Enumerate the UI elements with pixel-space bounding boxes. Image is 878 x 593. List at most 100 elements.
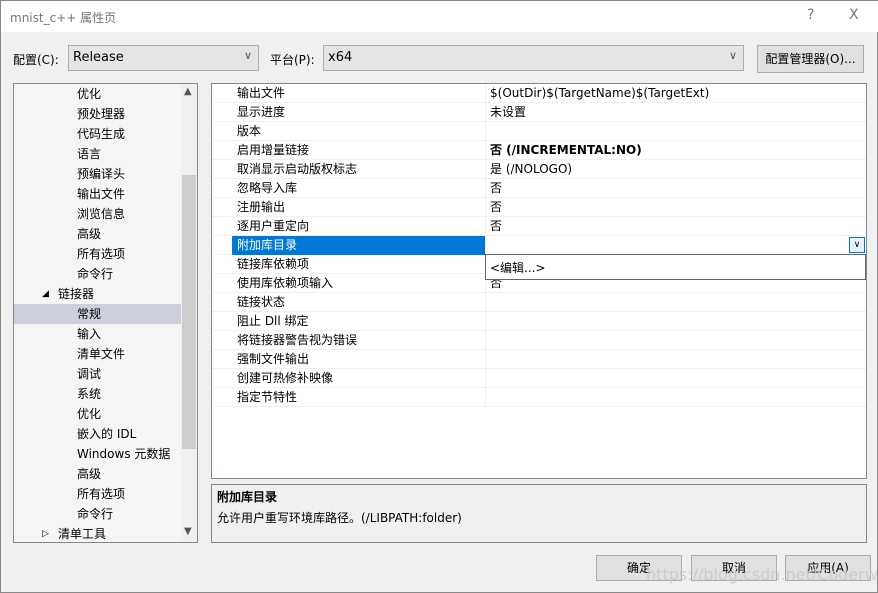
tree-item-label: Windows 元数据 [77,447,171,461]
tree-item[interactable]: 命令行 [14,504,181,524]
property-name: 注册输出 [237,200,286,214]
tree-item[interactable]: 输入 [14,324,181,344]
dropdown-option-edit[interactable]: <编辑...> [490,261,546,275]
property-name: 版本 [237,124,262,138]
property-row[interactable]: 输出文件 $(OutDir)$(TargetName)$(TargetExt) [212,84,866,103]
config-label: 配置(C): [13,53,59,67]
tree-item[interactable]: 预处理器 [14,104,181,124]
platform-select[interactable]: x64 ∨ [323,45,744,71]
tree-item-label: 所有选项 [77,247,126,261]
chevron-down-icon[interactable]: ▼ [184,526,192,537]
property-name: 附加库目录 [237,238,298,252]
config-value: Release [73,50,124,65]
tree-item-label: 高级 [77,467,102,481]
tree-item[interactable]: 输出文件 [14,184,181,204]
tree-item[interactable]: 优化 [14,84,181,104]
window-title: mnist_c++ 属性页 [10,11,117,25]
property-value[interactable]: 否 [485,179,866,198]
property-value[interactable] [485,350,866,369]
tree-item-label: 调试 [77,367,102,381]
property-row[interactable]: 强制文件输出 [212,350,866,369]
description-text: 允许用户重写环境库路径。(/LIBPATH:folder) [217,511,462,525]
tree-item[interactable]: 命令行 [14,264,181,284]
config-manager-button[interactable]: 配置管理器(O)... [757,45,864,73]
expand-icon[interactable]: ▷ [42,524,49,542]
tree-item[interactable]: 语言 [14,144,181,164]
property-row[interactable]: 显示进度 未设置 [212,103,866,122]
tree-item[interactable]: 所有选项 [14,244,181,264]
property-row[interactable]: 注册输出 否 [212,198,866,217]
close-button[interactable]: X [849,7,859,23]
property-value[interactable]: 未设置 [485,103,866,122]
tree-item[interactable]: 嵌入的 IDL [14,424,181,444]
tree-item-label: 预编译头 [77,167,126,181]
tree-item[interactable]: ◢ 链接器 [14,284,181,304]
dropdown-button[interactable]: ∨ [849,237,865,253]
chevron-down-icon: ∨ [728,49,737,62]
chevron-up-icon[interactable]: ▲ [184,86,192,97]
config-select[interactable]: Release ∨ [68,45,259,71]
property-value[interactable] [485,236,866,255]
property-name: 输出文件 [237,86,286,100]
property-value[interactable] [485,331,866,350]
tree-item-label: 清单工具 [58,527,107,541]
watermark: https://blog.csdn.net/Coderwhw [646,565,878,584]
property-value[interactable] [485,369,866,388]
property-row[interactable]: 忽略导入库 否 [212,179,866,198]
property-row[interactable]: 取消显示启动版权标志 是 (/NOLOGO) [212,160,866,179]
tree-item[interactable]: 优化 [14,404,181,424]
tree-scrollbar[interactable]: ▲ ▼ [181,84,197,542]
property-row[interactable]: 将链接器警告视为错误 [212,331,866,350]
property-value[interactable] [485,122,866,141]
help-button[interactable]: ? [807,7,814,23]
property-value[interactable]: 否 [485,198,866,217]
tree-item[interactable]: 浏览信息 [14,204,181,224]
tree-item[interactable]: 预编译头 [14,164,181,184]
property-row[interactable]: 创建可热修补映像 [212,369,866,388]
tree-item-label: 浏览信息 [77,207,126,221]
category-tree[interactable]: ▷ 清单工具 命令行 所有选项 高级 Windows 元数据 嵌入的 IDL 优化 系统 调试 清单… [13,83,198,543]
tree-item[interactable]: 常规 [14,304,181,324]
tree-item-label: 所有选项 [77,487,126,501]
tree-item-label: 语言 [77,147,102,161]
tree-item[interactable]: 清单文件 [14,344,181,364]
property-row[interactable]: 附加库目录 ∨ [212,236,866,255]
scrollbar-thumb[interactable] [182,175,196,449]
tree-item-label: 命令行 [77,267,114,281]
tree-item[interactable]: 调试 [14,364,181,384]
property-name: 链接状态 [237,295,286,309]
description-title: 附加库目录 [217,490,278,504]
tree-item[interactable]: ▷ 清单工具 [14,524,181,542]
property-value[interactable]: 否 (/INCREMENTAL:NO) [485,141,866,160]
property-row[interactable]: 版本 [212,122,866,141]
property-value[interactable] [485,293,866,312]
property-name: 创建可热修补映像 [237,371,334,385]
tree-item[interactable]: 高级 [14,224,181,244]
dropdown-popup[interactable]: <编辑...> [485,254,866,280]
property-row[interactable]: 阻止 Dll 绑定 [212,312,866,331]
tree-item[interactable]: 代码生成 [14,124,181,144]
tree-item[interactable]: 高级 [14,464,181,484]
property-name: 显示进度 [237,105,286,119]
property-row[interactable]: 逐用户重定向 否 [212,217,866,236]
property-value[interactable]: $(OutDir)$(TargetName)$(TargetExt) [485,84,866,103]
chevron-down-icon: ∨ [853,240,861,250]
tree-item[interactable]: 所有选项 [14,484,181,504]
property-name: 逐用户重定向 [237,219,310,233]
tree-item[interactable]: 系统 [14,384,181,404]
property-name: 使用库依赖项输入 [237,276,334,290]
tree-item-label: 预处理器 [77,107,126,121]
property-value[interactable] [485,312,866,331]
property-value[interactable]: 否 [485,217,866,236]
tree-item-label: 清单文件 [77,347,126,361]
property-value[interactable]: 是 (/NOLOGO) [485,160,866,179]
tree-item-label: 链接器 [58,287,95,301]
property-value[interactable] [485,388,866,407]
property-row[interactable]: 指定节特性 [212,388,866,407]
property-name: 强制文件输出 [237,352,310,366]
collapse-icon[interactable]: ◢ [42,284,49,304]
tree-item-label: 常规 [77,307,102,321]
tree-item[interactable]: Windows 元数据 [14,444,181,464]
property-row[interactable]: 启用增量链接 否 (/INCREMENTAL:NO) [212,141,866,160]
property-row[interactable]: 链接状态 [212,293,866,312]
